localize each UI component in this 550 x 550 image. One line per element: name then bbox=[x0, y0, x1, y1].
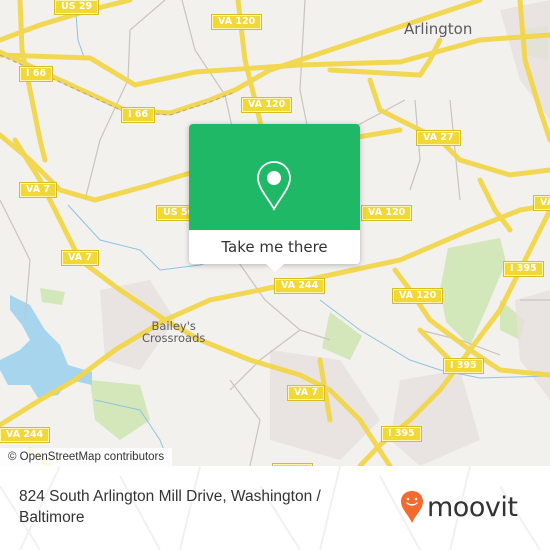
urban-area bbox=[390, 370, 480, 466]
road-shield: I 395 bbox=[443, 358, 484, 374]
road-shield: VA bbox=[532, 195, 550, 211]
popup-pointer bbox=[266, 264, 284, 272]
road-shield: VA 244 bbox=[273, 278, 326, 294]
road-shield: I 395 bbox=[381, 426, 422, 442]
place-label-arlington: Arlington bbox=[404, 20, 473, 38]
road-shield: US 29 bbox=[53, 0, 100, 15]
moovit-wordmark: moovit bbox=[427, 491, 518, 523]
map-pin-icon bbox=[257, 161, 291, 211]
map-view[interactable]: US 29 I 66 I 66 VA 120 VA 120 VA 120 VA … bbox=[0, 0, 550, 466]
park-area bbox=[440, 238, 506, 346]
road-shield: VA 244 bbox=[0, 427, 51, 443]
moovit-pin-icon bbox=[401, 491, 423, 523]
road-shield: VA 120 bbox=[360, 205, 413, 221]
destination-popup: Take me there bbox=[189, 124, 360, 272]
road-shield: VA 27 bbox=[416, 130, 461, 146]
park-area bbox=[322, 312, 362, 360]
road-shield: VA 7 bbox=[287, 385, 325, 401]
popup-header bbox=[189, 124, 360, 230]
road-shield: I 66 bbox=[120, 107, 156, 123]
place-label-line: Crossroads bbox=[142, 331, 206, 345]
park-area bbox=[40, 288, 65, 305]
road-shield: VA 120 bbox=[391, 288, 444, 304]
road-shield: VA 120 bbox=[240, 97, 293, 113]
destination-address: 824 South Arlington Mill Drive, Washingt… bbox=[19, 488, 321, 526]
place-label-baileys-crossroads: Bailey's Crossroads bbox=[142, 320, 205, 344]
road-shield: I 66 bbox=[18, 66, 54, 82]
urban-area bbox=[515, 290, 550, 400]
moovit-logo[interactable]: moovit bbox=[400, 487, 518, 527]
footer: 824 South Arlington Mill Drive, Washingt… bbox=[0, 466, 550, 550]
road-shield: I 395 bbox=[503, 261, 544, 277]
water-lake bbox=[0, 295, 92, 398]
road-shield: VA 7 bbox=[19, 182, 57, 198]
park-area bbox=[90, 380, 150, 440]
map-attribution[interactable]: © OpenStreetMap contributors bbox=[0, 448, 173, 466]
take-me-there-button[interactable]: Take me there bbox=[189, 230, 360, 264]
road-shield: VA 7 bbox=[61, 250, 99, 266]
road-shield: VA 120 bbox=[210, 14, 263, 30]
